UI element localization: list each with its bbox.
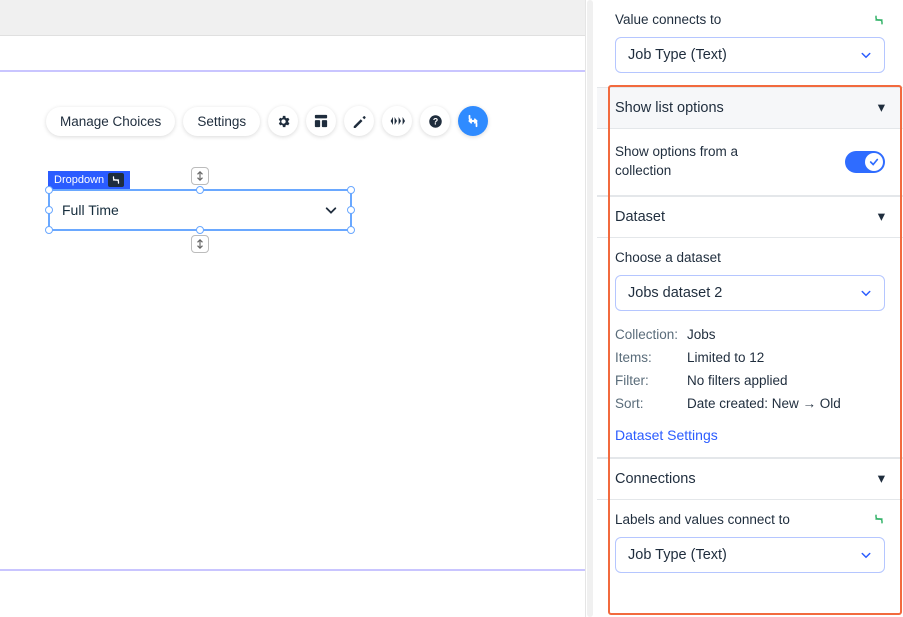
dataset-header[interactable]: Dataset ▾: [597, 196, 903, 238]
dataset-block: Choose a dataset Jobs dataset 2 Collecti…: [597, 238, 903, 458]
stretch-handle-bottom[interactable]: [191, 235, 209, 253]
choose-dataset-select[interactable]: Jobs dataset 2: [615, 275, 885, 311]
dataset-title: Dataset: [615, 209, 665, 225]
connections-header[interactable]: Connections ▾: [597, 458, 903, 500]
show-list-options-header[interactable]: Show list options ▾: [597, 87, 903, 129]
resize-handle[interactable]: [45, 186, 53, 194]
canvas-top-band: [0, 0, 585, 36]
meta-key: Collection:: [615, 327, 687, 342]
meta-filter: Filter: No filters applied: [615, 369, 885, 392]
labels-values-block: Labels and values connect to Job Type (T…: [597, 500, 903, 587]
svg-text:?: ?: [432, 116, 437, 126]
element-tag: Dropdown: [48, 171, 130, 189]
settings-button[interactable]: Settings: [183, 107, 260, 136]
connections-title: Connections: [615, 471, 696, 487]
resize-handle[interactable]: [347, 206, 355, 214]
value-connects-select[interactable]: Job Type (Text): [615, 37, 885, 73]
show-options-toggle[interactable]: [845, 151, 885, 173]
dropdown-control[interactable]: Full Time: [48, 189, 352, 231]
labels-values-label: Labels and values connect to: [615, 512, 790, 527]
meta-value: Limited to 12: [687, 350, 764, 365]
caret-down-icon: ▾: [878, 471, 885, 487]
meta-key: Filter:: [615, 373, 687, 388]
chevron-down-icon: [860, 287, 872, 299]
meta-key: Sort:: [615, 396, 687, 411]
meta-value: No filters applied: [687, 373, 788, 388]
dropdown-value: Full Time: [62, 202, 119, 218]
choose-dataset-label: Choose a dataset: [615, 250, 721, 265]
caret-down-icon: ▾: [878, 209, 885, 225]
binding-indicator-icon[interactable]: [873, 513, 885, 525]
animation-icon[interactable]: [382, 106, 412, 136]
toggle-knob: [865, 153, 883, 171]
value-connects-label: Value connects to: [615, 12, 721, 27]
show-options-from-collection-row: Show options from a collection: [597, 129, 903, 196]
gear-icon[interactable]: [268, 106, 298, 136]
chevron-down-icon: [860, 49, 872, 61]
element-tag-label: Dropdown: [54, 174, 104, 186]
selected-dropdown-element[interactable]: Dropdown Full Time: [48, 170, 352, 231]
dataset-settings-link[interactable]: Dataset Settings: [615, 427, 718, 443]
resize-handle[interactable]: [347, 226, 355, 234]
resize-handle[interactable]: [196, 226, 204, 234]
labels-values-value: Job Type (Text): [628, 547, 727, 563]
meta-value: Date created: New → Old: [687, 396, 841, 411]
meta-collection: Collection: Jobs: [615, 323, 885, 346]
chevron-down-icon: [324, 203, 338, 217]
chevron-down-icon: [860, 549, 872, 561]
value-connects-block: Value connects to Job Type (Text): [597, 0, 903, 87]
connect-data-icon[interactable]: [458, 106, 488, 136]
show-options-from-collection-label: Show options from a collection: [615, 143, 775, 181]
layout-icon[interactable]: [306, 106, 336, 136]
resize-handle[interactable]: [45, 206, 53, 214]
meta-sort: Sort: Date created: New → Old: [615, 392, 885, 415]
resize-handle[interactable]: [347, 186, 355, 194]
meta-key: Items:: [615, 350, 687, 365]
resize-handle[interactable]: [45, 226, 53, 234]
connect-mini-icon: [108, 173, 124, 187]
caret-down-icon: ▾: [878, 100, 885, 116]
choose-dataset-value: Jobs dataset 2: [628, 285, 722, 301]
meta-value: Jobs: [687, 327, 716, 342]
show-list-options-title: Show list options: [615, 100, 724, 116]
meta-items: Items: Limited to 12: [615, 346, 885, 369]
binding-indicator-icon[interactable]: [873, 14, 885, 26]
labels-values-select[interactable]: Job Type (Text): [615, 537, 885, 573]
settings-panel: Value connects to Job Type (Text) Show l…: [597, 0, 903, 617]
editor-canvas[interactable]: Manage Choices Settings ? Dropdown Ful: [0, 0, 585, 617]
panel-scrollbar[interactable]: [587, 0, 593, 617]
manage-choices-button[interactable]: Manage Choices: [46, 107, 175, 136]
resize-handle[interactable]: [196, 186, 204, 194]
value-connects-value: Job Type (Text): [628, 47, 727, 63]
help-icon[interactable]: ?: [420, 106, 450, 136]
element-toolbar: Manage Choices Settings ?: [46, 106, 488, 136]
design-icon[interactable]: [344, 106, 374, 136]
stretch-handle-top[interactable]: [191, 167, 209, 185]
canvas-section: [0, 70, 585, 571]
